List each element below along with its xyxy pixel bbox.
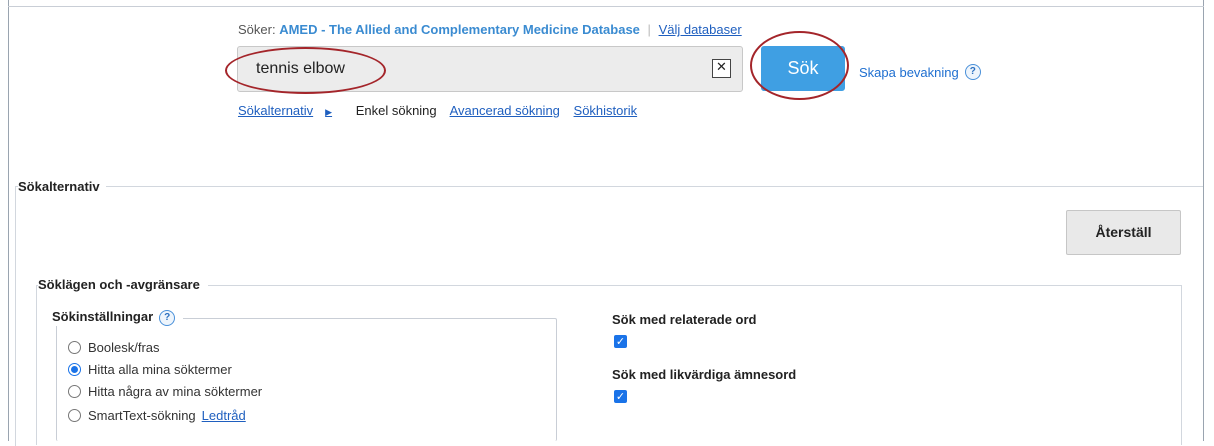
- radio-label[interactable]: Hitta alla mina söktermer: [88, 362, 232, 377]
- hint-link[interactable]: Ledtråd: [202, 408, 246, 423]
- search-box[interactable]: [237, 46, 743, 92]
- help-icon[interactable]: ?: [964, 64, 981, 80]
- radio-option-all-terms[interactable]: Hitta alla mina söktermer: [68, 362, 232, 377]
- tab-basic-search[interactable]: Enkel sökning: [356, 103, 437, 118]
- tab-search-history[interactable]: Sökhistorik: [574, 103, 638, 118]
- create-alert-label[interactable]: Skapa bevakning: [859, 65, 959, 80]
- radio-option-any-terms[interactable]: Hitta några av mina söktermer: [68, 384, 262, 399]
- radio-option-smarttext[interactable]: SmartText-sökning Ledtråd: [68, 408, 246, 423]
- radio-label[interactable]: SmartText-sökning: [88, 408, 196, 423]
- search-options-legend: Sökalternativ: [18, 179, 106, 194]
- database-line: Söker: AMED - The Allied and Complementa…: [238, 22, 742, 37]
- settings-help-icon[interactable]: ?: [159, 310, 176, 326]
- radio-option-boolean[interactable]: Boolesk/fras: [68, 340, 160, 355]
- frame-left-border: [8, 0, 9, 441]
- database-name[interactable]: AMED - The Allied and Complementary Medi…: [279, 22, 640, 37]
- radio-label[interactable]: Hitta några av mina söktermer: [88, 384, 262, 399]
- modes-and-limiters-legend: Söklägen och -avgränsare: [38, 277, 208, 292]
- choose-databases-link[interactable]: Välj databaser: [659, 22, 742, 37]
- searching-label: Söker:: [238, 22, 276, 37]
- related-words-label: Sök med relaterade ord: [612, 312, 757, 327]
- separator: |: [647, 22, 651, 37]
- search-button[interactable]: Sök: [761, 46, 845, 91]
- clear-search-icon[interactable]: ✕: [712, 59, 731, 78]
- tab-search-options-label[interactable]: Sökalternativ: [238, 103, 313, 118]
- tab-advanced-search[interactable]: Avancerad sökning: [450, 103, 560, 118]
- frame-right-border: [1203, 0, 1204, 441]
- reset-button[interactable]: Återställ: [1066, 210, 1181, 255]
- radio-button[interactable]: [68, 385, 81, 398]
- radio-label[interactable]: Boolesk/fras: [88, 340, 160, 355]
- equivalent-subjects-checkbox[interactable]: ✓: [614, 390, 627, 403]
- radio-button-selected[interactable]: [68, 363, 81, 376]
- radio-button[interactable]: [68, 409, 81, 422]
- search-input[interactable]: [254, 57, 704, 81]
- tab-search-options[interactable]: Sökalternativ ▶: [238, 103, 342, 118]
- search-mode-tabs: Sökalternativ ▶ Enkel sökning Avancerad s…: [238, 103, 647, 118]
- related-words-checkbox[interactable]: ✓: [614, 335, 627, 348]
- radio-button[interactable]: [68, 341, 81, 354]
- caret-right-icon: ▶: [325, 107, 333, 117]
- search-settings-label: Sökinställningar: [52, 309, 154, 324]
- frame-top-border: [8, 6, 1204, 7]
- equivalent-subjects-label: Sök med likvärdiga ämnesord: [612, 367, 797, 382]
- search-settings-legend: Sökinställningar?: [50, 309, 184, 326]
- create-alert-link[interactable]: Skapa bevakning?: [859, 64, 981, 80]
